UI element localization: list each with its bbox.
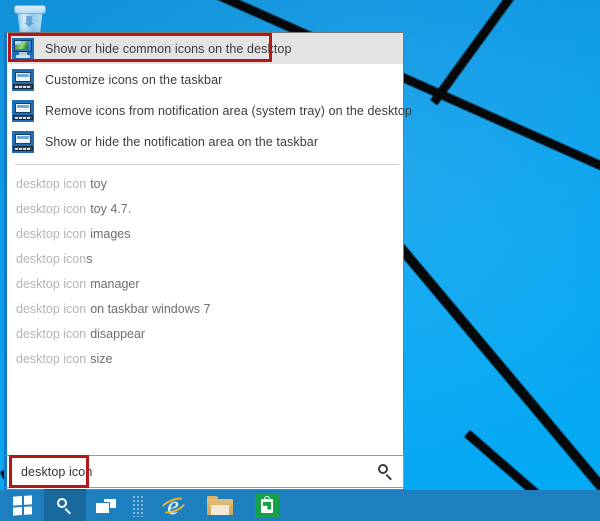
result-label: Remove icons from notification area (sys… <box>45 103 412 118</box>
task-view-button[interactable] <box>86 490 126 521</box>
suggestion-item[interactable]: desktop icon disappear <box>7 321 403 346</box>
search-input[interactable]: desktop icon <box>7 465 369 479</box>
file-explorer-button[interactable] <box>196 490 244 521</box>
screen: Show or hide common icons on the desktop… <box>0 0 600 521</box>
suggestion-completion: disappear <box>90 326 146 341</box>
taskbar-monitor-icon <box>12 130 34 153</box>
search-results-panel: Show or hide common icons on the desktop… <box>4 32 412 490</box>
taskbar-monitor-icon <box>12 99 34 122</box>
suggestion-prefix: desktop icon <box>16 301 87 316</box>
suggestion-item[interactable]: desktop icon images <box>7 221 403 246</box>
search-icon <box>56 497 74 515</box>
suggestion-prefix: desktop icon <box>16 176 87 191</box>
task-view-icon <box>95 497 117 514</box>
suggestion-item[interactable]: desktop icon on taskbar windows 7 <box>7 296 403 321</box>
recycle-bin-icon[interactable] <box>12 2 46 36</box>
result-label: Show or hide common icons on the desktop <box>45 41 292 56</box>
suggestion-item[interactable]: desktop icon toy <box>7 171 403 196</box>
recycle-bin-lid <box>14 5 46 14</box>
suggestion-item[interactable]: desktop icon toy 4.7. <box>7 196 403 221</box>
result-label: Customize icons on the taskbar <box>45 72 223 87</box>
suggestion-prefix: desktop icon <box>16 201 87 216</box>
search-box[interactable]: desktop icon <box>4 455 404 488</box>
store-button[interactable] <box>244 490 290 521</box>
suggestion-item[interactable]: desktop icon s <box>7 246 403 271</box>
suggestion-completion: s <box>86 251 93 266</box>
section-divider <box>15 164 399 165</box>
toolbar-grip[interactable] <box>126 490 150 521</box>
folder-icon <box>207 495 233 516</box>
suggestion-completion: toy <box>90 176 107 191</box>
suggestion-item[interactable]: desktop icon manager <box>7 271 403 296</box>
suggestion-completion: images <box>90 226 131 241</box>
web-suggestions-list: desktop icon toy desktop icon toy 4.7. d… <box>7 171 403 371</box>
result-row[interactable]: Remove icons from notification area (sys… <box>7 95 412 126</box>
store-bag-icon <box>255 493 279 518</box>
taskbar-monitor-icon <box>12 68 34 91</box>
suggestion-completion: toy 4.7. <box>90 201 132 216</box>
suggestion-completion: on taskbar windows 7 <box>90 301 211 316</box>
grip-dots-icon <box>132 494 144 517</box>
suggestion-prefix: desktop icon <box>16 276 87 291</box>
internet-explorer-button[interactable]: e <box>150 490 196 521</box>
suggestion-completion: size <box>90 351 113 366</box>
start-button[interactable] <box>0 490 44 521</box>
windows-logo-icon <box>12 495 32 516</box>
result-row[interactable]: Show or hide common icons on the desktop <box>7 33 403 64</box>
suggestion-prefix: desktop icon <box>16 226 87 241</box>
search-button[interactable] <box>44 490 86 521</box>
taskbar: e <box>0 490 600 521</box>
suggestion-prefix: desktop icon <box>16 326 87 341</box>
result-row[interactable]: Show or hide the notification area on th… <box>7 126 403 157</box>
internet-explorer-icon: e <box>158 493 188 519</box>
suggestion-prefix: desktop icon <box>16 251 87 266</box>
result-row[interactable]: Customize icons on the taskbar <box>7 64 403 95</box>
result-label: Show or hide the notification area on th… <box>45 134 319 149</box>
best-match-results: Show or hide common icons on the desktop… <box>7 33 412 157</box>
suggestion-item[interactable]: desktop icon size <box>7 346 403 371</box>
search-icon[interactable] <box>369 463 403 481</box>
suggestion-prefix: desktop icon <box>16 351 87 366</box>
desktop-monitor-icon <box>12 37 34 60</box>
suggestion-completion: manager <box>90 276 140 291</box>
